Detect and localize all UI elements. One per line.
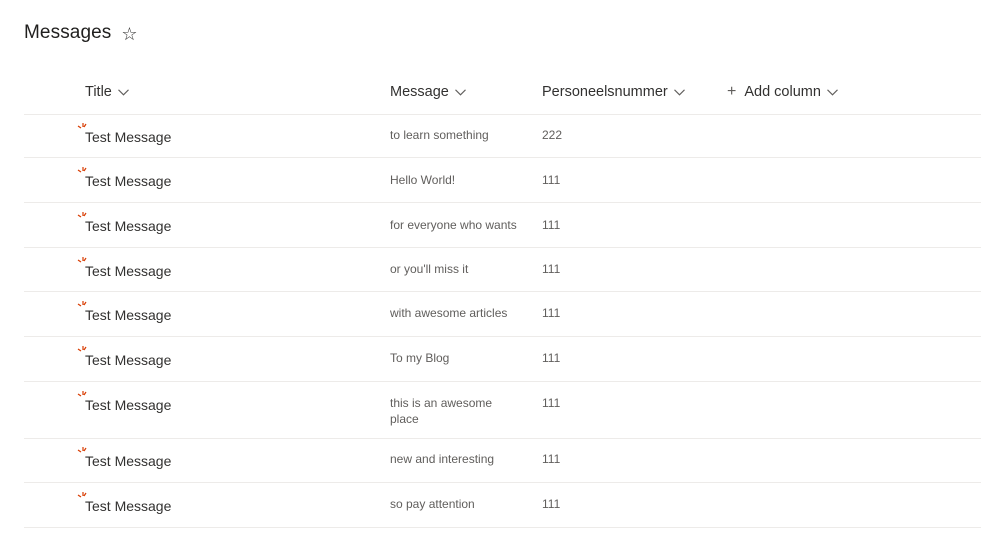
new-item-icon [77,391,87,397]
new-item-icon [77,301,87,307]
table-row[interactable]: Test Message this is an awesome place 11… [24,382,981,439]
table-row[interactable]: Test Message new and interesting 111 [24,439,981,483]
new-item-icon [77,492,87,498]
column-header-title[interactable]: Title [85,84,129,100]
item-message: or you'll miss it [390,262,469,276]
item-message: Hello World! [390,173,456,187]
column-header-title-label: Title [85,84,112,100]
new-item-icon [77,346,87,352]
item-title: Test Message [85,129,172,145]
list-body: Test Message to learn something 222 Test… [24,115,981,528]
table-row[interactable]: Test Message with awesome articles 111 [24,292,981,337]
item-title: Test Message [85,263,172,279]
item-title-link[interactable]: Test Message [77,492,172,514]
add-column-label: Add column [744,84,821,100]
new-item-icon [77,447,87,453]
item-message: to learn something [390,128,489,142]
item-personeelsnummer: 222 [542,128,563,142]
chevron-down-icon [673,88,685,96]
table-row[interactable]: Test Message for everyone who wants 111 [24,203,981,248]
item-title: Test Message [85,498,172,514]
item-personeelsnummer: 111 [542,396,561,410]
item-title-link[interactable]: Test Message [77,301,172,323]
item-message: new and interesting [390,452,495,466]
table-row[interactable]: Test Message to learn something 222 [24,115,981,158]
item-message: this is an awesome place [390,396,493,426]
item-message: for everyone who wants [390,218,517,232]
item-personeelsnummer: 111 [542,497,561,511]
item-title-link[interactable]: Test Message [77,447,172,469]
chevron-down-icon [117,88,129,96]
item-personeelsnummer: 111 [542,173,561,187]
item-title-link[interactable]: Test Message [77,346,172,368]
table-row[interactable]: Test Message To my Blog 111 [24,337,981,382]
plus-icon: + [727,83,737,100]
column-header-message-label: Message [390,84,449,100]
table-row[interactable]: Test Message so pay attention 111 [24,483,981,528]
item-title: Test Message [85,307,172,323]
new-item-icon [77,257,87,263]
table-row[interactable]: Test Message or you'll miss it 111 [24,248,981,292]
item-title: Test Message [85,352,172,368]
item-personeelsnummer: 111 [542,306,561,320]
chevron-down-icon [454,88,466,96]
item-personeelsnummer: 111 [542,452,561,466]
item-message: with awesome articles [390,306,508,320]
list-view: Title Message Personeelsnummer + Add col… [24,70,981,528]
new-item-icon [77,167,87,173]
item-title: Test Message [85,453,172,469]
item-title-link[interactable]: Test Message [77,123,172,145]
item-personeelsnummer: 111 [542,351,561,365]
item-title: Test Message [85,173,172,189]
item-personeelsnummer: 111 [542,218,561,232]
item-message: so pay attention [390,497,475,511]
new-item-icon [77,212,87,218]
page-header: Messages ☆ [24,22,138,44]
item-title: Test Message [85,397,172,413]
chevron-down-icon [827,88,838,96]
column-header-personeelsnummer-label: Personeelsnummer [542,84,668,100]
item-title-link[interactable]: Test Message [77,212,172,234]
table-row[interactable]: Test Message Hello World! 111 [24,158,981,203]
new-item-icon [77,123,87,129]
page-title: Messages [24,22,112,43]
item-title-link[interactable]: Test Message [77,257,172,279]
item-title: Test Message [85,218,172,234]
item-message: To my Blog [390,351,450,365]
star-icon[interactable]: ☆ [121,25,137,43]
add-column-button[interactable]: + Add column [727,83,838,101]
item-title-link[interactable]: Test Message [77,167,172,189]
column-header-row: Title Message Personeelsnummer + Add col… [24,70,981,115]
item-title-link[interactable]: Test Message [77,391,172,413]
item-personeelsnummer: 111 [542,262,561,276]
column-header-message[interactable]: Message [390,84,466,100]
column-header-personeelsnummer[interactable]: Personeelsnummer [542,84,685,100]
